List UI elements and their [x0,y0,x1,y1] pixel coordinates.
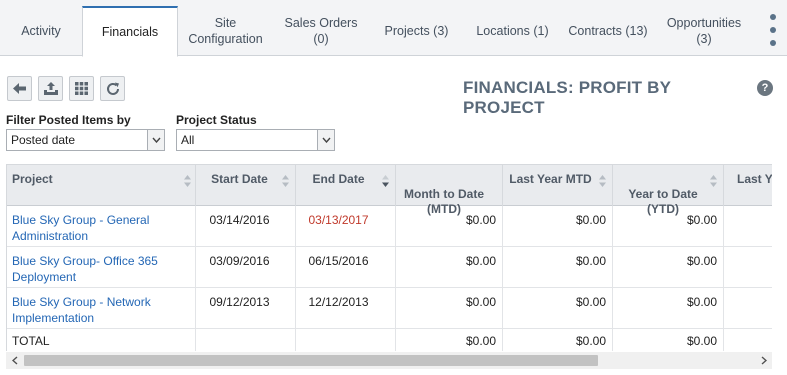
column-chooser-icon [75,82,88,95]
tab-label: Locations (1) [476,24,549,38]
col-header-start-date[interactable]: Start Date [196,165,296,206]
tab-label: Financials [101,25,159,39]
total-start-cell [196,329,296,351]
col-header-project[interactable]: Project [7,165,196,206]
more-options-icon[interactable] [763,14,783,46]
last-year-mtd-cell: $0.00 [503,247,613,287]
back-button[interactable] [7,76,32,101]
tab-label: Sales Orders (0) [284,16,358,46]
project-link[interactable]: Blue Sky Group - Network Implementation [7,288,196,328]
tab-contracts[interactable]: Contracts (13) [561,6,655,56]
tab-sales-orders[interactable]: Sales Orders (0) [273,6,369,56]
export-button[interactable] [38,76,63,101]
project-status-select[interactable]: All [176,129,335,151]
total-last-year-mtd-cell: $0.00 [503,329,613,351]
scroll-left-icon[interactable] [6,352,23,369]
profit-grid: Project Start Date End Date Month to Dat… [6,164,772,351]
sort-icon [282,175,289,187]
total-ytd-cell: $0.00 [613,329,724,351]
project-link[interactable]: Blue Sky Group - General Administration [7,206,196,246]
column-chooser-button[interactable] [69,76,94,101]
tab-locations[interactable]: Locations (1) [464,6,561,56]
filter-posted-select[interactable]: Posted date [6,129,165,151]
total-mtd-cell: $0.00 [396,329,503,351]
col-header-label: Start Date [211,172,268,186]
col-header-label: Last Ye [737,172,772,186]
total-row: TOTAL $0.00 $0.00 $0.00 [7,329,772,351]
table-row: Blue Sky Group - General Administration … [7,206,772,247]
end-date-cell: 06/15/2016 [296,247,396,287]
sort-descending-icon [382,175,389,187]
project-link[interactable]: Blue Sky Group- Office 365 Deployment [7,247,196,287]
start-date-cell: 03/14/2016 [196,206,296,246]
table-row: Blue Sky Group - Network Implementation … [7,288,772,329]
sort-icon [184,175,191,187]
tab-label: Activity [21,24,61,38]
grid-header: Project Start Date End Date Month to Dat… [7,164,772,216]
scrollbar-thumb[interactable] [24,355,598,366]
tab-label: Opportunities (3) [666,16,742,46]
last-year-mtd-cell: $0.00 [503,288,613,328]
end-date-cell: 12/12/2013 [296,288,396,328]
chevron-down-icon [147,130,164,150]
col-header-last-year-mtd[interactable]: Last Year MTD [503,165,613,206]
col-header-label: Project [12,172,53,186]
table-row: Blue Sky Group- Office 365 Deployment 03… [7,247,772,288]
total-label: TOTAL [7,329,196,351]
tab-opportunities[interactable]: Opportunities (3) [655,6,753,56]
back-arrow-icon [13,83,26,94]
sort-icon [710,175,717,187]
col-header-label: End Date [312,172,365,186]
help-icon[interactable]: ? [757,80,773,96]
tab-label: Projects (3) [384,24,449,38]
tab-label: Site Configuration [188,16,263,46]
col-header-ytd[interactable]: Year to Date (YTD) [613,165,724,216]
tab-activity[interactable]: Activity [0,6,82,56]
ytd-cell: $0.00 [613,247,724,287]
mtd-cell: $0.00 [396,288,503,328]
scroll-right-icon[interactable] [755,352,772,369]
chevron-down-icon [317,130,334,150]
project-status-label: Project Status [176,113,257,127]
col-header-mtd[interactable]: Month to Date (MTD) [396,165,503,216]
ytd-cell: $0.00 [613,206,724,246]
tab-label: Contracts (13) [568,24,648,38]
col-header-label: Last Year MTD [509,172,592,186]
total-end-cell [296,329,396,351]
ytd-cell: $0.00 [613,288,724,328]
mtd-cell: $0.00 [396,247,503,287]
project-status-value: All [181,133,195,147]
filter-posted-label: Filter Posted Items by [6,113,131,127]
horizontal-scrollbar[interactable] [6,352,772,369]
col-header-end-date[interactable]: End Date [296,165,396,206]
mtd-cell: $0.00 [396,206,503,246]
page-title: FINANCIALS: PROFIT BY PROJECT [463,78,671,117]
export-icon [43,82,58,95]
filter-posted-value: Posted date [11,133,76,147]
tab-financials[interactable]: Financials [82,6,178,57]
start-date-cell: 09/12/2013 [196,288,296,328]
tab-site-configuration[interactable]: Site Configuration [178,6,273,56]
col-header-last-year-ytd[interactable]: Last Ye [724,165,772,206]
start-date-cell: 03/09/2016 [196,247,296,287]
tab-projects[interactable]: Projects (3) [369,6,464,56]
last-year-mtd-cell: $0.00 [503,206,613,246]
refresh-button[interactable] [100,76,125,101]
sort-icon [599,175,606,187]
end-date-cell: 03/13/2017 [296,206,396,246]
refresh-icon [106,82,119,95]
tab-bar: Activity Financials Site Configuration S… [0,0,787,57]
